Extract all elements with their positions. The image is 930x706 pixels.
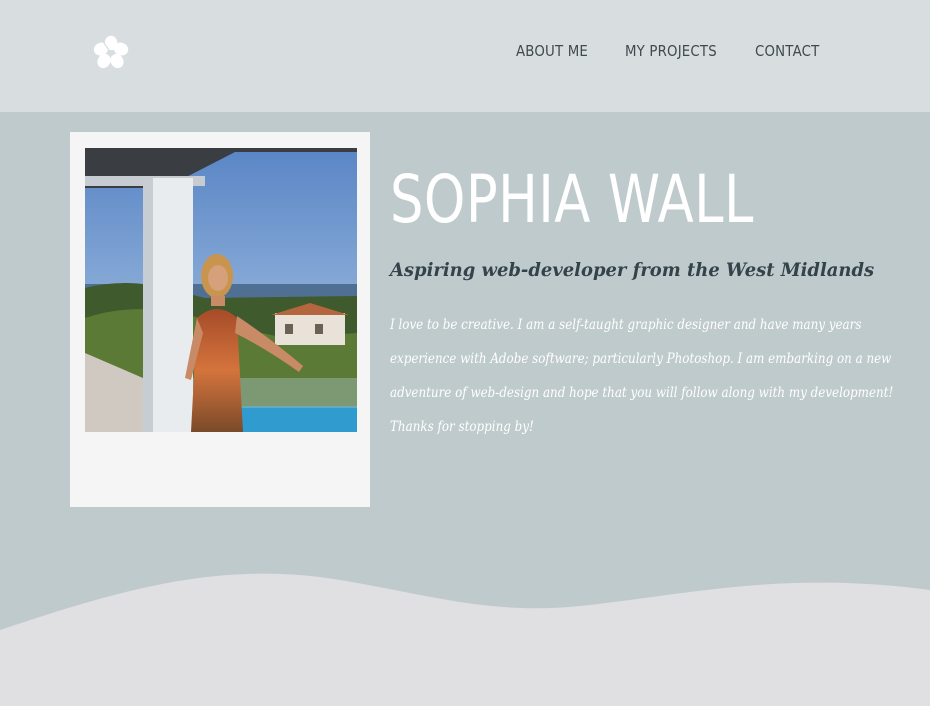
bio-line: Thanks for stopping by! xyxy=(390,419,534,435)
bio-line: experience with Adobe software; particul… xyxy=(390,351,892,367)
hero-name: SOPHIA WALL xyxy=(390,161,754,238)
bio-line: I love to be creative. I am a self-taugh… xyxy=(390,317,862,333)
profile-photo xyxy=(85,148,357,432)
hero-bio: I love to be creative. I am a self-taugh… xyxy=(390,308,926,444)
wave-divider xyxy=(0,573,930,706)
profile-photo-image xyxy=(85,148,357,432)
bio-line: adventure of web-design and hope that yo… xyxy=(390,385,894,401)
nav-link-contact[interactable]: CONTACT xyxy=(755,38,819,64)
nav-link-about-me[interactable]: ABOUT ME xyxy=(516,38,588,64)
main-nav: ABOUT ME MY PROJECTS CONTACT xyxy=(0,38,930,66)
polaroid-frame xyxy=(70,132,370,507)
hero-tagline: Aspiring web-developer from the West Mid… xyxy=(390,260,875,281)
site-header: ABOUT ME MY PROJECTS CONTACT xyxy=(0,0,930,112)
nav-link-my-projects[interactable]: MY PROJECTS xyxy=(625,38,717,64)
